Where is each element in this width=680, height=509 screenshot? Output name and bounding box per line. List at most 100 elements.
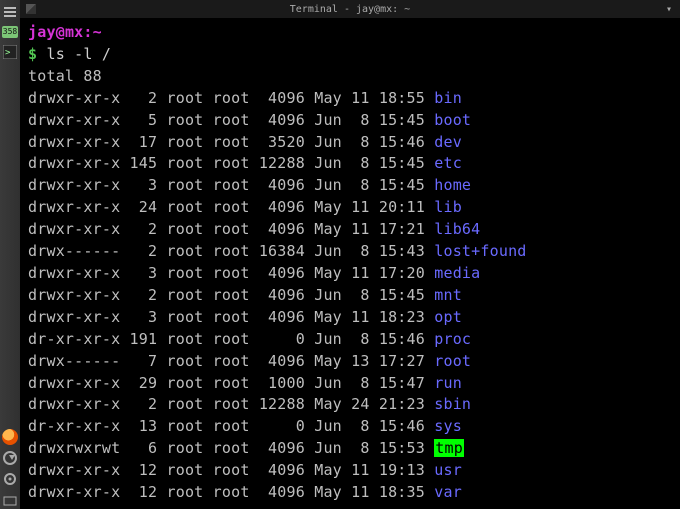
size: 4096: [259, 352, 305, 370]
filename: run: [434, 374, 462, 392]
date: Jun 8 15:45: [314, 286, 425, 304]
window-app-icon: [26, 4, 36, 14]
group: root: [213, 308, 250, 326]
group: root: [213, 395, 250, 413]
group: root: [213, 286, 250, 304]
desktop-side-panel: 358 >: [0, 0, 20, 509]
date: Jun 8 15:46: [314, 330, 425, 348]
date: May 24 21:23: [314, 395, 425, 413]
group: root: [213, 417, 250, 435]
window-titlebar[interactable]: Terminal - jay@mx: ~ ▾: [20, 0, 680, 18]
perm: drwxr-xr-x: [28, 374, 120, 392]
command-line: $ ls -l /: [28, 44, 674, 66]
date: Jun 8 15:45: [314, 154, 425, 172]
ls-row: drwxr-xr-x 5 root root 4096 Jun 8 15:45 …: [28, 110, 674, 132]
show-desktop-icon[interactable]: [2, 493, 18, 509]
filename: proc: [434, 330, 471, 348]
prompt-host: mx: [65, 23, 83, 41]
group: root: [213, 483, 250, 501]
power-icon[interactable]: [3, 451, 17, 465]
owner: root: [166, 154, 203, 172]
group: root: [213, 176, 250, 194]
terminal-launcher-icon[interactable]: >: [2, 44, 18, 60]
perm: drwxrwxrwt: [28, 439, 120, 457]
links: 5: [120, 111, 157, 129]
perm: drwx------: [28, 242, 120, 260]
owner: root: [166, 89, 203, 107]
filename: sbin: [434, 395, 471, 413]
filename: etc: [434, 154, 462, 172]
ls-row: drwxr-xr-x 3 root root 4096 Jun 8 15:45 …: [28, 175, 674, 197]
links: 2: [120, 395, 157, 413]
size: 4096: [259, 439, 305, 457]
owner: root: [166, 176, 203, 194]
links: 2: [120, 220, 157, 238]
date: May 11 18:35: [314, 483, 425, 501]
filename: media: [434, 264, 480, 282]
prompt-path: ~: [93, 23, 102, 41]
size: 0: [259, 330, 305, 348]
ls-row: drwxr-xr-x 2 root root 4096 May 11 18:55…: [28, 88, 674, 110]
size: 0: [259, 417, 305, 435]
perm: drwxr-xr-x: [28, 111, 120, 129]
owner: root: [166, 220, 203, 238]
perm: drwxr-xr-x: [28, 220, 120, 238]
ls-row: drwxrwxrwt 6 root root 4096 Jun 8 15:53 …: [28, 438, 674, 460]
size: 4096: [259, 198, 305, 216]
ls-row: drwxr-xr-x 12 root root 4096 May 11 18:3…: [28, 482, 674, 504]
perm: drwxr-xr-x: [28, 395, 120, 413]
links: 145: [120, 154, 157, 172]
group: root: [213, 198, 250, 216]
perm: dr-xr-xr-x: [28, 417, 120, 435]
links: 191: [120, 330, 157, 348]
links: 29: [120, 374, 157, 392]
settings-icon[interactable]: [2, 471, 18, 487]
date: Jun 8 15:45: [314, 176, 425, 194]
owner: root: [166, 439, 203, 457]
date: Jun 8 15:45: [314, 111, 425, 129]
filename: boot: [434, 111, 471, 129]
links: 13: [120, 417, 157, 435]
perm: drwxr-xr-x: [28, 264, 120, 282]
window-minimize-icon[interactable]: ▾: [664, 4, 674, 15]
date: May 11 18:23: [314, 308, 425, 326]
filename: sys: [434, 417, 462, 435]
size: 3520: [259, 133, 305, 151]
prompt-user: jay: [28, 23, 56, 41]
panel-menu-icon[interactable]: [2, 4, 18, 20]
terminal-output[interactable]: jay@mx:~$ ls -l /total 88drwxr-xr-x 2 ro…: [20, 18, 680, 509]
size: 4096: [259, 483, 305, 501]
size: 4096: [259, 89, 305, 107]
filename: lib64: [434, 220, 480, 238]
filename: dev: [434, 133, 462, 151]
ls-row: drwx------ 7 root root 4096 May 13 17:27…: [28, 351, 674, 373]
group: root: [213, 111, 250, 129]
size: 4096: [259, 176, 305, 194]
ls-row: drwxr-xr-x 17 root root 3520 Jun 8 15:46…: [28, 132, 674, 154]
ls-row: drwxr-xr-x 2 root root 4096 May 11 17:21…: [28, 219, 674, 241]
svg-text:>: >: [5, 48, 11, 58]
prompt-dollar: $: [28, 45, 37, 63]
date: May 11 17:20: [314, 264, 425, 282]
group: root: [213, 439, 250, 457]
perm: drwx------: [28, 352, 120, 370]
size: 4096: [259, 308, 305, 326]
size: 12288: [259, 154, 305, 172]
date: Jun 8 15:46: [314, 417, 425, 435]
size: 1000: [259, 374, 305, 392]
filename: opt: [434, 308, 462, 326]
firefox-launcher-icon[interactable]: [2, 429, 18, 445]
group: root: [213, 242, 250, 260]
ls-row: drwxr-xr-x 29 root root 1000 Jun 8 15:47…: [28, 373, 674, 395]
owner: root: [166, 461, 203, 479]
links: 12: [120, 461, 157, 479]
links: 6: [120, 439, 157, 457]
owner: root: [166, 286, 203, 304]
filename: usr: [434, 461, 462, 479]
size: 4096: [259, 264, 305, 282]
size: 12288: [259, 395, 305, 413]
size: 4096: [259, 111, 305, 129]
command-text: ls -l /: [46, 45, 111, 63]
panel-workspace-badge[interactable]: 358: [2, 26, 18, 38]
filename: root: [434, 352, 471, 370]
